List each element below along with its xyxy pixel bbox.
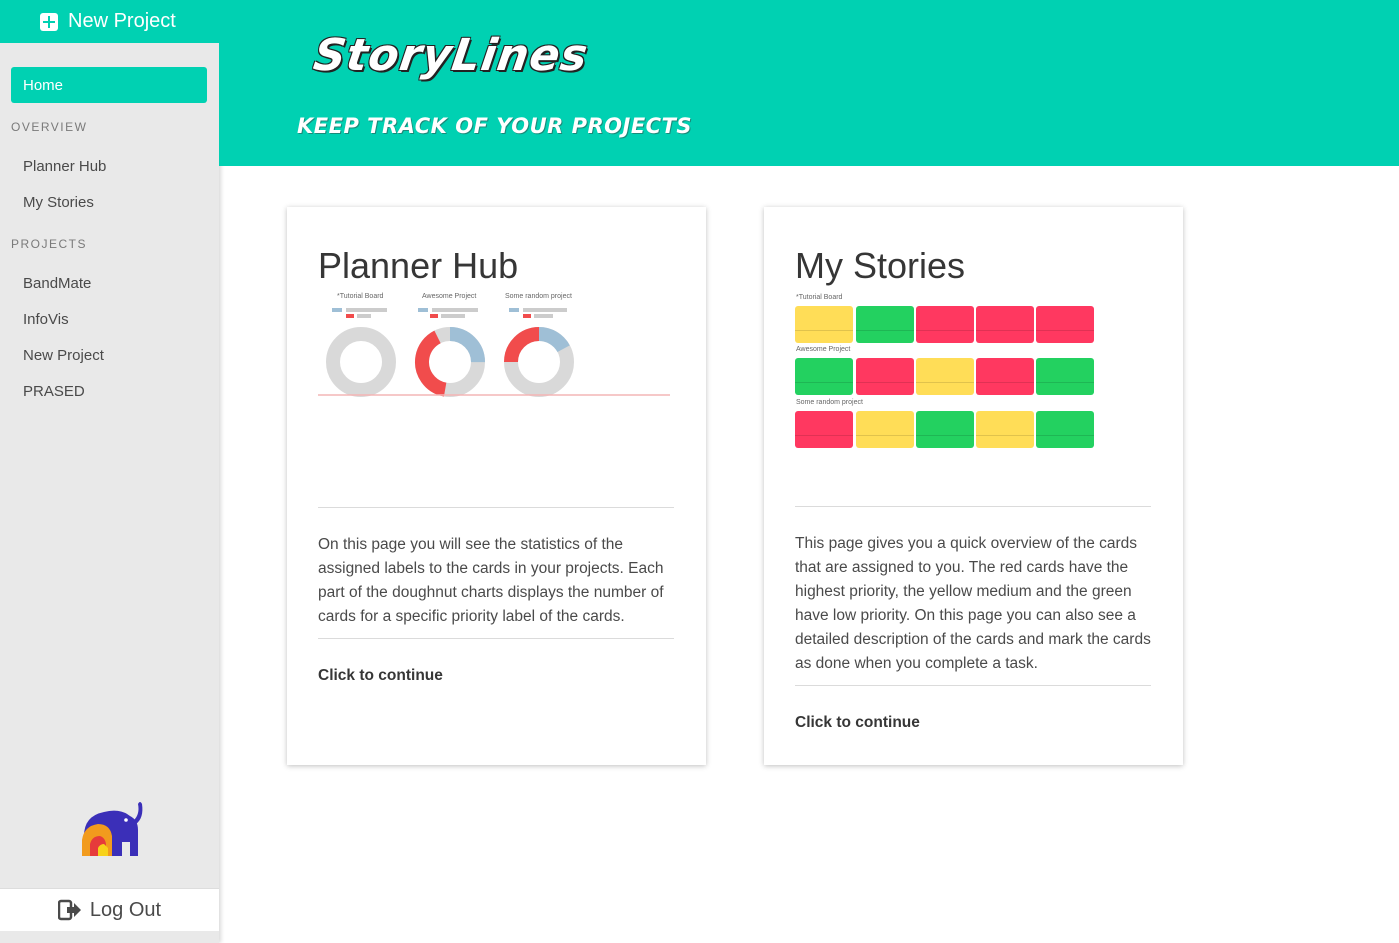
doughnut-charts xyxy=(318,327,670,397)
divider xyxy=(795,685,1151,686)
sidebar-item-my-stories[interactable]: My Stories xyxy=(23,194,94,211)
chart-legend xyxy=(418,308,478,312)
mini-card xyxy=(916,411,974,448)
mini-card xyxy=(916,358,974,395)
chart-caption: Some random project xyxy=(505,293,572,300)
row-label: Awesome Project xyxy=(796,346,851,353)
sidebar-item-new-project[interactable]: New Project xyxy=(23,347,104,364)
mini-card xyxy=(795,358,853,395)
mini-card xyxy=(916,306,974,343)
card-description: On this page you will see the statistics… xyxy=(318,536,664,625)
planner-hub-preview-image: *Tutorial Board Awesome Project Some ran… xyxy=(318,293,674,493)
card-title: My Stories xyxy=(795,245,966,286)
logout-label: Log Out xyxy=(89,898,162,921)
mini-card xyxy=(1036,306,1094,343)
sidebar-item-prased[interactable]: PRASED xyxy=(23,383,85,400)
projects-section-label: PROJECTS xyxy=(11,237,88,251)
sidebar: New Project Home OVERVIEW Planner Hub My… xyxy=(0,0,219,943)
divider xyxy=(318,507,674,508)
mini-card xyxy=(856,411,914,448)
mini-card xyxy=(795,306,853,343)
sign-out-icon xyxy=(57,899,81,921)
logout-button[interactable]: Log Out xyxy=(0,888,219,931)
mini-card xyxy=(976,306,1034,343)
sidebar-item-planner-hub[interactable]: Planner Hub xyxy=(23,158,106,175)
mini-card xyxy=(856,306,914,343)
header-banner: StoryLines KEEP TRACK OF YOUR PROJECTS xyxy=(219,0,1399,166)
brand-logo: StoryLines xyxy=(310,30,592,81)
new-project-button[interactable]: New Project xyxy=(0,0,219,43)
card-description: This page gives you a quick overview of … xyxy=(795,535,1151,672)
mini-card xyxy=(976,411,1034,448)
continue-link[interactable]: Click to continue xyxy=(318,667,443,685)
continue-link[interactable]: Click to continue xyxy=(795,714,920,732)
chart-legend xyxy=(509,308,567,312)
row-label: Some random project xyxy=(796,399,863,406)
sidebar-item-bandmate[interactable]: BandMate xyxy=(23,275,91,292)
plus-icon xyxy=(40,12,58,31)
divider xyxy=(318,638,674,639)
home-button[interactable]: Home xyxy=(11,67,207,103)
mini-card xyxy=(1036,358,1094,395)
my-stories-preview-image: *Tutorial Board Awesome Project Some ran… xyxy=(795,293,1151,493)
mini-card xyxy=(795,411,853,448)
chart-caption: Awesome Project xyxy=(422,293,477,300)
card-title: Planner Hub xyxy=(318,245,519,286)
divider xyxy=(795,506,1151,507)
mini-card xyxy=(976,358,1034,395)
tagline: KEEP TRACK OF YOUR PROJECTS xyxy=(297,114,693,138)
overview-section-label: OVERVIEW xyxy=(11,120,88,134)
sidebar-item-infovis[interactable]: InfoVis xyxy=(23,311,69,328)
planner-hub-card[interactable]: Planner Hub *Tutorial Board Awesome Proj… xyxy=(287,207,706,765)
new-project-label: New Project xyxy=(68,10,176,32)
my-stories-card[interactable]: My Stories *Tutorial Board Awesome Proje… xyxy=(764,207,1183,765)
elephant-logo-icon xyxy=(82,802,143,856)
mini-card xyxy=(856,358,914,395)
chart-caption: *Tutorial Board xyxy=(337,293,384,300)
row-label: *Tutorial Board xyxy=(796,294,843,301)
chart-legend xyxy=(332,308,387,312)
mini-card xyxy=(1036,411,1094,448)
